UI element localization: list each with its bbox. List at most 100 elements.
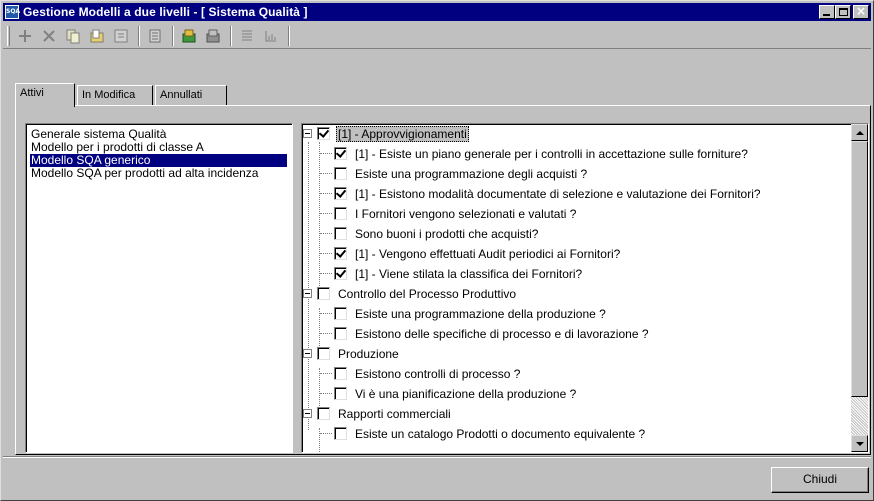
tree-node-label: Rapporti commerciali bbox=[338, 406, 451, 421]
scroll-up-button[interactable] bbox=[851, 124, 868, 141]
model-list[interactable]: Generale sistema Qualità Modello per i p… bbox=[25, 123, 293, 453]
tree-node[interactable]: Esistono delle specifiche di processo e … bbox=[320, 325, 651, 342]
tree-node[interactable]: Esiste una programmazione della produzio… bbox=[320, 305, 608, 322]
close-icon: × bbox=[855, 4, 867, 18]
node-checkbox[interactable] bbox=[334, 147, 347, 160]
node-checkbox[interactable] bbox=[317, 287, 330, 300]
chart-icon bbox=[265, 30, 276, 41]
tree-node[interactable]: Sono buoni i prodotti che acquisti? bbox=[320, 225, 540, 242]
tree-node-label: Esiste una programmazione degli acquisti… bbox=[355, 166, 588, 181]
edit-folder-icon bbox=[90, 29, 104, 42]
tree-node[interactable]: [1] - Viene stilata la classifica dei Fo… bbox=[320, 265, 584, 282]
maximize-icon bbox=[839, 8, 848, 16]
copy-icon bbox=[66, 29, 80, 43]
minimize-icon bbox=[823, 14, 830, 16]
tab-attivi[interactable]: Attivi bbox=[15, 83, 75, 107]
import-button[interactable] bbox=[178, 25, 200, 47]
node-checkbox[interactable] bbox=[334, 367, 347, 380]
arrow-down-icon bbox=[855, 441, 864, 446]
collapse-icon[interactable] bbox=[303, 349, 312, 358]
node-checkbox[interactable] bbox=[317, 127, 330, 140]
main-window: SQA Gestione Modelli a due livelli - [ S… bbox=[0, 0, 874, 501]
tree-node[interactable]: [1] - Vengono effettuati Audit periodici… bbox=[320, 245, 622, 262]
toolbar-grip[interactable] bbox=[7, 25, 10, 46]
tree-node-group[interactable]: Controllo del Processo Produttivo bbox=[303, 285, 518, 302]
tree-node-group[interactable]: [1] - Approvvigionamenti bbox=[303, 125, 469, 142]
tree-node-label: [1] - Viene stilata la classifica dei Fo… bbox=[355, 266, 583, 281]
tab-in-modifica[interactable]: In Modifica bbox=[77, 85, 153, 105]
tree-node[interactable]: Vi è una pianificazione della produzione… bbox=[320, 385, 578, 402]
node-checkbox[interactable] bbox=[334, 167, 347, 180]
tree-connector bbox=[320, 373, 332, 374]
node-checkbox[interactable] bbox=[334, 427, 347, 440]
node-checkbox[interactable] bbox=[334, 187, 347, 200]
node-checkbox[interactable] bbox=[334, 227, 347, 240]
properties-button[interactable] bbox=[110, 25, 132, 47]
tree-connector bbox=[320, 313, 332, 314]
collapse-icon[interactable] bbox=[303, 129, 312, 138]
tree-connector bbox=[320, 153, 332, 154]
tree-node[interactable]: [1] - Esistono modalità documentate di s… bbox=[320, 185, 763, 202]
delete-icon bbox=[43, 29, 55, 42]
toolbar bbox=[3, 23, 871, 49]
tree-node-label: [1] - Esiste un piano generale per i con… bbox=[355, 146, 748, 161]
toolbar-separator bbox=[138, 25, 140, 46]
tree-connector bbox=[320, 233, 332, 234]
node-checkbox[interactable] bbox=[334, 267, 347, 280]
vertical-scrollbar[interactable] bbox=[851, 124, 868, 452]
scroll-thumb[interactable] bbox=[851, 141, 868, 397]
properties-icon bbox=[114, 29, 128, 42]
tree-node-group[interactable]: Produzione bbox=[303, 345, 401, 362]
copy-button[interactable] bbox=[62, 25, 84, 47]
stamp-icon bbox=[149, 29, 161, 42]
export-button[interactable] bbox=[202, 25, 224, 47]
question-tree[interactable]: [1] - Approvvigionamenti [1] - Esiste un… bbox=[301, 123, 869, 453]
tree-node-group[interactable]: Rapporti commerciali bbox=[303, 405, 453, 422]
app-icon: SQA bbox=[5, 5, 20, 19]
collapse-icon[interactable] bbox=[303, 409, 312, 418]
tree-node-label: [1] - Vengono effettuati Audit periodici… bbox=[355, 246, 621, 261]
node-checkbox[interactable] bbox=[317, 347, 330, 360]
node-checkbox[interactable] bbox=[334, 387, 347, 400]
node-checkbox[interactable] bbox=[334, 327, 347, 340]
tree-connector bbox=[320, 213, 332, 214]
delete-button[interactable] bbox=[38, 25, 60, 47]
tree-node[interactable]: Esistono controlli di processo ? bbox=[320, 365, 522, 382]
stamp-button[interactable] bbox=[144, 25, 166, 47]
tree-connector bbox=[320, 393, 332, 394]
node-checkbox[interactable] bbox=[334, 307, 347, 320]
tree-connector bbox=[320, 273, 332, 274]
node-checkbox[interactable] bbox=[334, 247, 347, 260]
chart-button[interactable] bbox=[260, 25, 282, 47]
tab-annullati[interactable]: Annullati bbox=[155, 85, 227, 105]
scroll-down-button[interactable] bbox=[851, 435, 868, 452]
title-bar[interactable]: SQA Gestione Modelli a due livelli - [ S… bbox=[3, 3, 871, 21]
tree-node-label: Esistono controlli di processo ? bbox=[355, 366, 521, 381]
minimize-button[interactable] bbox=[819, 5, 835, 19]
list-item[interactable]: Modello SQA per prodotti ad alta inciden… bbox=[30, 167, 292, 180]
node-checkbox[interactable] bbox=[317, 407, 330, 420]
tree-node[interactable]: Esiste una programmazione degli acquisti… bbox=[320, 165, 589, 182]
tree-node[interactable]: Esiste un catalogo Prodotti o documento … bbox=[320, 425, 647, 442]
node-checkbox[interactable] bbox=[334, 207, 347, 220]
export-icon bbox=[206, 29, 220, 42]
tree-node-label: Vi è una pianificazione della produzione… bbox=[355, 386, 577, 401]
tree-node-label: [1] - Esistono modalità documentate di s… bbox=[355, 186, 761, 201]
edit-folder-button[interactable] bbox=[86, 25, 108, 47]
tree-node[interactable]: I Fornitori vengono selezionati e valuta… bbox=[320, 205, 578, 222]
arrow-up-icon bbox=[855, 130, 864, 135]
import-icon bbox=[182, 29, 196, 42]
tree-node-label: Esiste un catalogo Prodotti o documento … bbox=[355, 426, 646, 441]
collapse-icon[interactable] bbox=[303, 289, 312, 298]
tree-node-label: Controllo del Processo Produttivo bbox=[338, 286, 517, 301]
tree-list-icon bbox=[242, 30, 252, 40]
maximize-button[interactable] bbox=[835, 5, 851, 19]
tree-node[interactable]: [1] - Esiste un piano generale per i con… bbox=[320, 145, 750, 162]
add-button[interactable] bbox=[14, 25, 36, 47]
tree-node-label: Esistono delle specifiche di processo e … bbox=[355, 326, 649, 341]
window-controls: × bbox=[819, 4, 869, 19]
close-button[interactable]: Chiudi bbox=[771, 467, 869, 493]
close-window-button[interactable]: × bbox=[853, 4, 869, 19]
tree-connector bbox=[320, 333, 332, 334]
tree-list-button[interactable] bbox=[236, 25, 258, 47]
